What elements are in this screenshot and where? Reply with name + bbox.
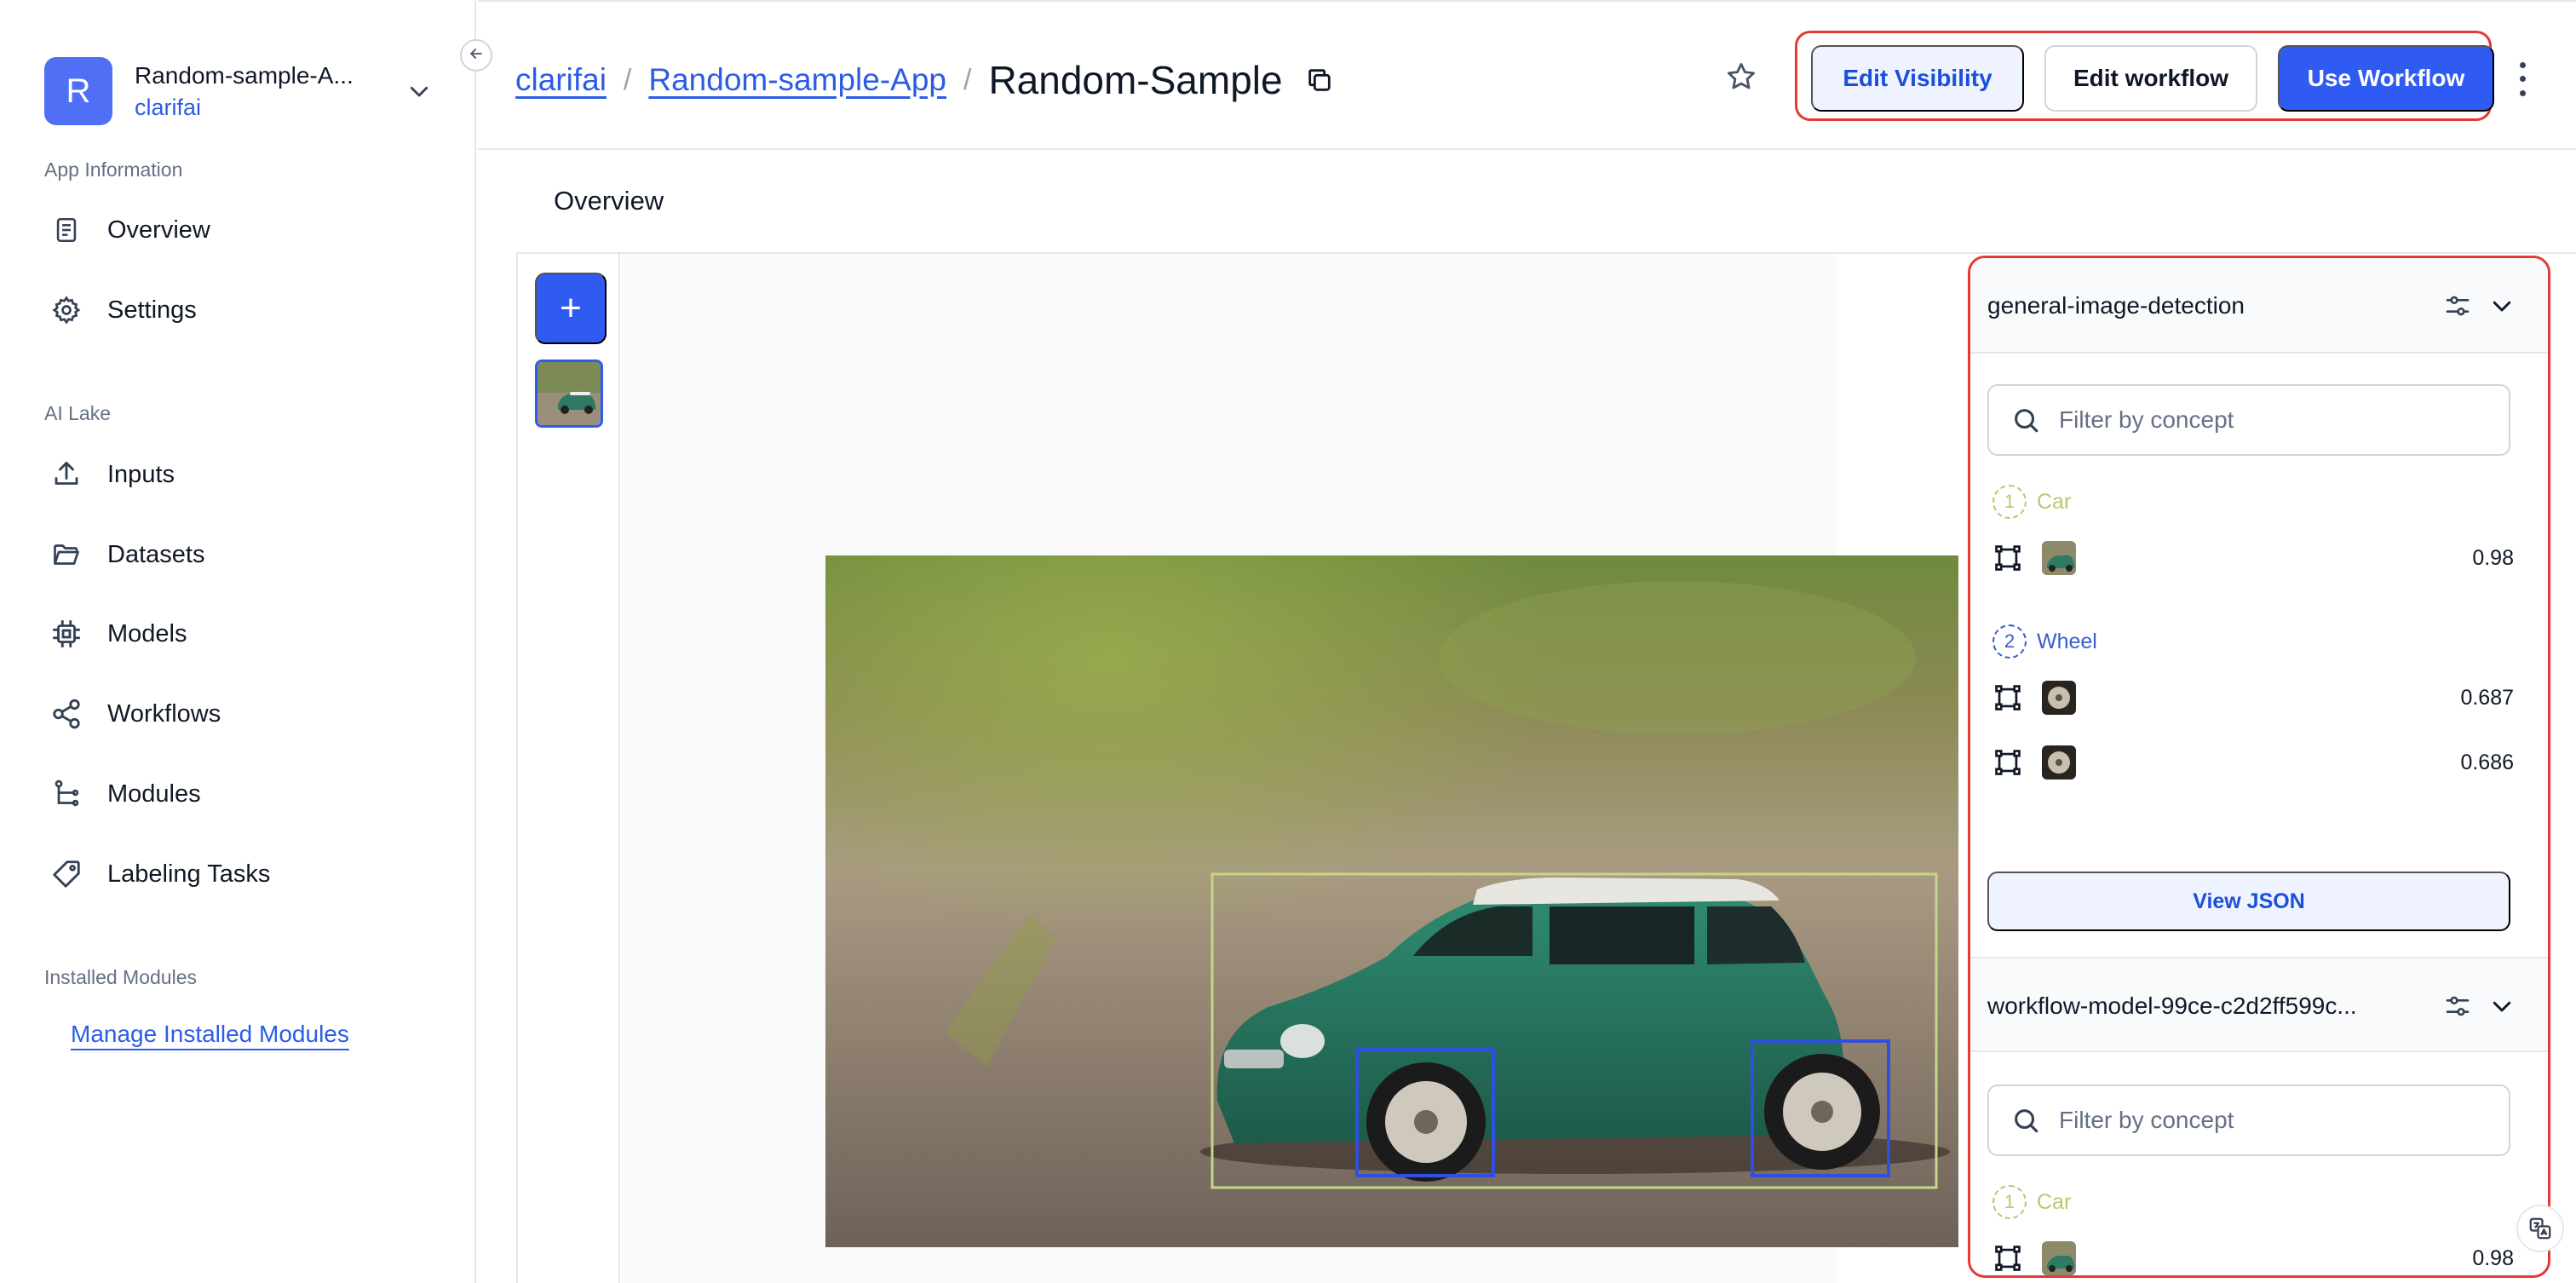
- edit-visibility-button[interactable]: Edit Visibility: [1811, 45, 2024, 112]
- page-title: Random-Sample: [988, 58, 1283, 102]
- sidebar-item-workflows[interactable]: Workflows: [48, 688, 440, 739]
- sidebar: R Random-sample-A... clarifai App Inform…: [0, 0, 476, 1283]
- chip-icon: [48, 615, 85, 653]
- input-thumbnail[interactable]: [535, 360, 603, 428]
- sidebar-item-label: Modules: [107, 780, 201, 808]
- model-name: general-image-detection: [1987, 292, 2245, 319]
- sidebar-item-label: Overview: [107, 216, 210, 244]
- manage-installed-modules-link[interactable]: Manage Installed Modules: [71, 1021, 349, 1048]
- more-options-icon[interactable]: [2514, 58, 2531, 101]
- upload-icon: [48, 456, 85, 493]
- region-crop-thumbnail: [2042, 541, 2076, 575]
- region-crop-thumbnail: [2042, 681, 2076, 715]
- concept-label[interactable]: 1 Car: [1992, 485, 2071, 519]
- filter-concept-input[interactable]: [2059, 406, 2485, 434]
- bounding-box-icon: [1992, 682, 2023, 713]
- breadcrumb-org-link[interactable]: clarifai: [515, 62, 607, 98]
- model-section-header[interactable]: workflow-model-99ce-c2d2ff599c...: [1970, 957, 2548, 1052]
- region-score: 0.98: [2472, 545, 2514, 570]
- app-org-link[interactable]: clarifai: [135, 95, 402, 121]
- search-icon: [2011, 403, 2045, 437]
- section-label-ai-lake: AI Lake: [44, 402, 111, 424]
- add-input-button[interactable]: +: [535, 273, 607, 344]
- bounding-box-icon: [1992, 543, 2023, 573]
- input-image: [825, 555, 1958, 1247]
- bounding-box-icon: [1992, 747, 2023, 778]
- image-viewer: [622, 254, 1958, 1283]
- tab-overview[interactable]: Overview: [554, 186, 664, 216]
- region-crop-thumbnail: [2042, 1241, 2076, 1275]
- sidebar-item-label: Labeling Tasks: [107, 860, 271, 888]
- chevron-down-icon[interactable]: [402, 74, 436, 108]
- region-score: 0.687: [2460, 685, 2514, 710]
- page-header: clarifai / Random-sample-App / Random-Sa…: [478, 0, 2576, 150]
- sidebar-item-inputs[interactable]: Inputs: [48, 449, 440, 500]
- view-json-button[interactable]: View JSON: [1987, 872, 2510, 931]
- model-section-header[interactable]: general-image-detection: [1970, 258, 2548, 354]
- concept-index-badge: 1: [1992, 1185, 2027, 1219]
- tag-icon: [48, 855, 85, 893]
- chevron-down-icon[interactable]: [2485, 989, 2519, 1023]
- model-name: workflow-model-99ce-c2d2ff599c...: [1987, 992, 2357, 1019]
- concept-index-badge: 2: [1992, 624, 2027, 659]
- filter-concept-input[interactable]: [2059, 1107, 2485, 1134]
- concept-index-badge: 1: [1992, 485, 2027, 519]
- folder-icon: [48, 536, 85, 573]
- sidebar-item-label: Settings: [107, 296, 197, 324]
- section-label-installed-modules: Installed Modules: [44, 966, 197, 988]
- sliders-icon[interactable]: [2441, 989, 2475, 1023]
- sidebar-item-label: Workflows: [107, 699, 221, 728]
- breadcrumb-separator: /: [963, 63, 972, 96]
- sidebar-item-label: Inputs: [107, 460, 175, 488]
- document-icon: [48, 211, 85, 249]
- breadcrumb-separator: /: [623, 63, 632, 96]
- concept-name: Wheel: [2037, 629, 2097, 653]
- breadcrumb: clarifai / Random-sample-App / Random-Sa…: [515, 55, 1336, 106]
- breadcrumb-app-link[interactable]: Random-sample-App: [648, 62, 946, 98]
- region-score: 0.686: [2460, 750, 2514, 774]
- concept-name: Car: [2037, 489, 2072, 514]
- sidebar-item-modules[interactable]: Modules: [48, 768, 440, 820]
- translate-help-icon[interactable]: [2516, 1205, 2564, 1252]
- concept-label[interactable]: 2 Wheel: [1992, 624, 2097, 659]
- gear-icon: [48, 291, 85, 329]
- arrow-left-icon: [468, 45, 485, 66]
- region-row[interactable]: 0.98: [1992, 539, 2514, 577]
- sidebar-item-label: Datasets: [107, 540, 205, 568]
- use-workflow-button[interactable]: Use Workflow: [2278, 45, 2494, 112]
- sidebar-item-settings[interactable]: Settings: [48, 285, 440, 336]
- sidebar-item-datasets[interactable]: Datasets: [48, 529, 440, 580]
- concept-label[interactable]: 1 Car: [1992, 1185, 2071, 1219]
- region-crop-thumbnail: [2042, 745, 2076, 780]
- concept-name: Car: [2037, 1189, 2072, 1214]
- filter-concept-input-wrapper: [1987, 384, 2510, 456]
- star-button[interactable]: [1721, 58, 1762, 99]
- region-row[interactable]: 0.686: [1992, 744, 2514, 781]
- search-icon: [2011, 1103, 2045, 1137]
- sidebar-item-label: Models: [107, 619, 187, 647]
- star-icon: [1725, 60, 1757, 97]
- sidebar-item-models[interactable]: Models: [48, 608, 440, 659]
- sidebar-item-labeling-tasks[interactable]: Labeling Tasks: [48, 849, 440, 900]
- predictions-panel: general-image-detection 1 Car 0.98 2 Whe…: [1968, 256, 2550, 1278]
- app-name: Random-sample-A...: [135, 61, 354, 89]
- input-thumbnail-rail: +: [518, 254, 620, 1283]
- header-action-group: Edit Visibility Edit workflow Use Workfl…: [1795, 31, 2494, 121]
- region-score: 0.98: [2472, 1246, 2514, 1270]
- region-row[interactable]: 0.98: [1992, 1240, 2514, 1275]
- chevron-down-icon[interactable]: [2485, 289, 2519, 323]
- bounding-box-icon: [1992, 1243, 2023, 1274]
- copy-icon[interactable]: [1305, 65, 1336, 95]
- app-avatar: R: [44, 57, 112, 125]
- section-label-app-information: App Information: [44, 158, 183, 181]
- region-row[interactable]: 0.687: [1992, 679, 2514, 716]
- module-tree-icon: [48, 775, 85, 813]
- edit-workflow-button[interactable]: Edit workflow: [2044, 45, 2257, 112]
- filter-concept-input-wrapper: [1987, 1085, 2510, 1156]
- sidebar-item-overview[interactable]: Overview: [48, 204, 440, 256]
- share-nodes-icon: [48, 695, 85, 733]
- collapse-sidebar-button[interactable]: [460, 39, 492, 72]
- app-switcher[interactable]: R Random-sample-A... clarifai: [44, 56, 436, 126]
- sliders-icon[interactable]: [2441, 289, 2475, 323]
